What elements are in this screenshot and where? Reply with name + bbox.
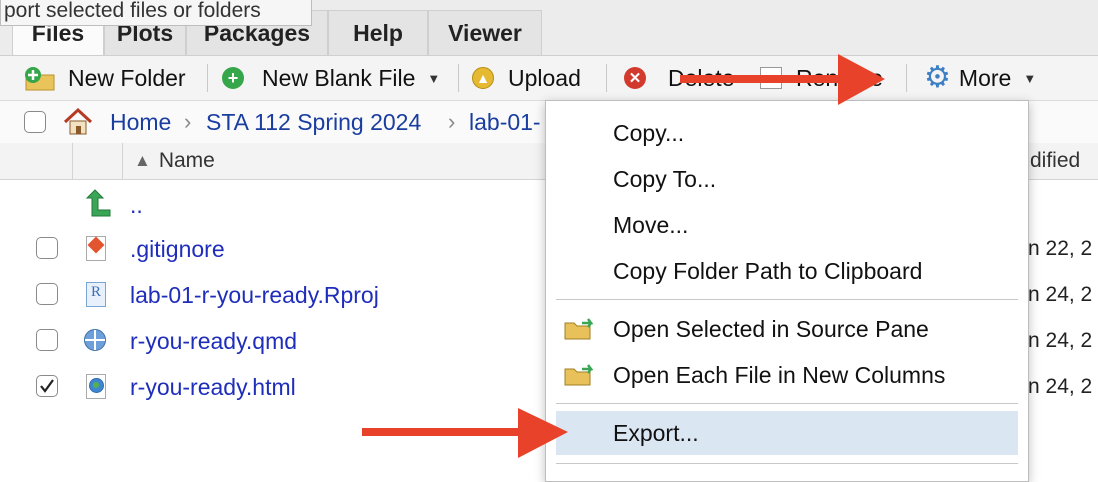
breadcrumb-course[interactable]: STA 112 Spring 2024: [206, 101, 421, 143]
new-blank-file-button[interactable]: + New Blank File ▼: [222, 56, 440, 100]
parent-folder-icon: [84, 188, 112, 218]
menu-item-export[interactable]: Export...: [556, 411, 1018, 455]
chevron-down-icon: ▼: [1023, 70, 1037, 86]
menu-item-copy[interactable]: Copy...: [556, 111, 1018, 155]
annotation-arrow-icon: [680, 54, 885, 105]
new-folder-button[interactable]: New Folder: [24, 56, 186, 100]
sort-ascending-icon: ▲: [134, 151, 151, 170]
file-modified: n 24, 2: [1028, 375, 1093, 398]
upload-button[interactable]: ▲ Upload: [472, 56, 581, 100]
file-name[interactable]: r-you-ready.html: [130, 364, 296, 410]
file-modified: n 24, 2: [1028, 329, 1093, 352]
file-name[interactable]: .gitignore: [130, 226, 225, 272]
menu-item-open-in-columns[interactable]: Open Each File in New Columns: [556, 353, 1018, 397]
more-button[interactable]: ⚙ More ▼: [924, 56, 1036, 100]
toolbar-divider: [606, 64, 607, 92]
column-divider: [122, 143, 123, 179]
tab-viewer[interactable]: Viewer: [428, 10, 542, 55]
breadcrumb-current[interactable]: lab-01-: [469, 101, 541, 143]
rproj-file-icon: R: [86, 282, 106, 307]
git-file-icon: [86, 236, 106, 261]
open-folder-icon: [564, 317, 598, 341]
file-name[interactable]: lab-01-r-you-ready.Rproj: [130, 272, 379, 318]
chevron-down-icon: ▼: [427, 70, 441, 86]
menu-separator: [556, 463, 1018, 464]
open-folder-icon: [564, 363, 598, 387]
file-modified: n 24, 2: [1028, 283, 1093, 306]
breadcrumb-separator-icon: ›: [448, 109, 456, 134]
annotation-arrow-icon: [362, 408, 568, 458]
breadcrumb-separator-icon: ›: [184, 109, 192, 134]
row-checkbox[interactable]: [36, 329, 58, 351]
menu-item-move[interactable]: Move...: [556, 203, 1018, 247]
upload-label: Upload: [508, 64, 581, 91]
new-blank-file-label: New Blank File: [262, 64, 416, 91]
html-file-icon: [86, 374, 106, 399]
toolbar-divider: [906, 64, 907, 92]
menu-separator: [556, 299, 1018, 300]
name-header-label: Name: [158, 149, 215, 172]
menu-item-label: Open Selected in Source Pane: [613, 315, 929, 342]
tab-help[interactable]: Help: [328, 10, 428, 55]
menu-item-copy-folder-path[interactable]: Copy Folder Path to Clipboard: [556, 249, 1018, 293]
name-column-header[interactable]: ▲ Name: [134, 143, 215, 179]
row-checkbox[interactable]: [36, 237, 58, 259]
more-dropdown-menu: Copy... Copy To... Move... Copy Folder P…: [545, 100, 1029, 482]
new-folder-icon: [24, 66, 55, 91]
menu-item-label: Copy Folder Path to Clipboard: [613, 257, 923, 284]
tooltip: port selected files or folders: [0, 0, 312, 26]
add-file-icon: +: [222, 67, 244, 89]
menu-item-label: Export...: [613, 419, 699, 446]
quarto-file-icon: [84, 329, 106, 351]
menu-item-label: Move...: [613, 211, 689, 238]
file-modified: n 22, 2: [1028, 237, 1093, 260]
toolbar-divider: [207, 64, 208, 92]
toolbar-divider: [458, 64, 459, 92]
gear-icon: ⚙: [924, 61, 951, 94]
upload-icon: ▲: [472, 67, 494, 89]
file-name[interactable]: r-you-ready.qmd: [130, 318, 297, 364]
column-divider: [72, 143, 73, 179]
menu-item-copy-to[interactable]: Copy To...: [556, 157, 1018, 201]
menu-item-label: Copy To...: [613, 165, 717, 192]
delete-icon: ✕: [624, 67, 646, 89]
menu-item-open-in-source[interactable]: Open Selected in Source Pane: [556, 307, 1018, 351]
menu-item-label: Copy...: [613, 119, 685, 146]
files-toolbar: New Folder + New Blank File ▼ ▲ Upload ✕…: [0, 56, 1098, 101]
row-checkbox-checked[interactable]: [36, 375, 58, 397]
modified-column-header[interactable]: dified: [1030, 143, 1080, 179]
menu-item-label: Open Each File in New Columns: [613, 361, 946, 388]
row-checkbox[interactable]: [36, 283, 58, 305]
breadcrumb-home[interactable]: Home: [110, 101, 171, 143]
more-label: More: [958, 64, 1012, 91]
home-icon[interactable]: [62, 106, 94, 138]
menu-separator: [556, 403, 1018, 404]
new-folder-label: New Folder: [68, 64, 186, 91]
file-name[interactable]: ..: [130, 182, 143, 228]
select-all-checkbox[interactable]: [24, 111, 46, 133]
